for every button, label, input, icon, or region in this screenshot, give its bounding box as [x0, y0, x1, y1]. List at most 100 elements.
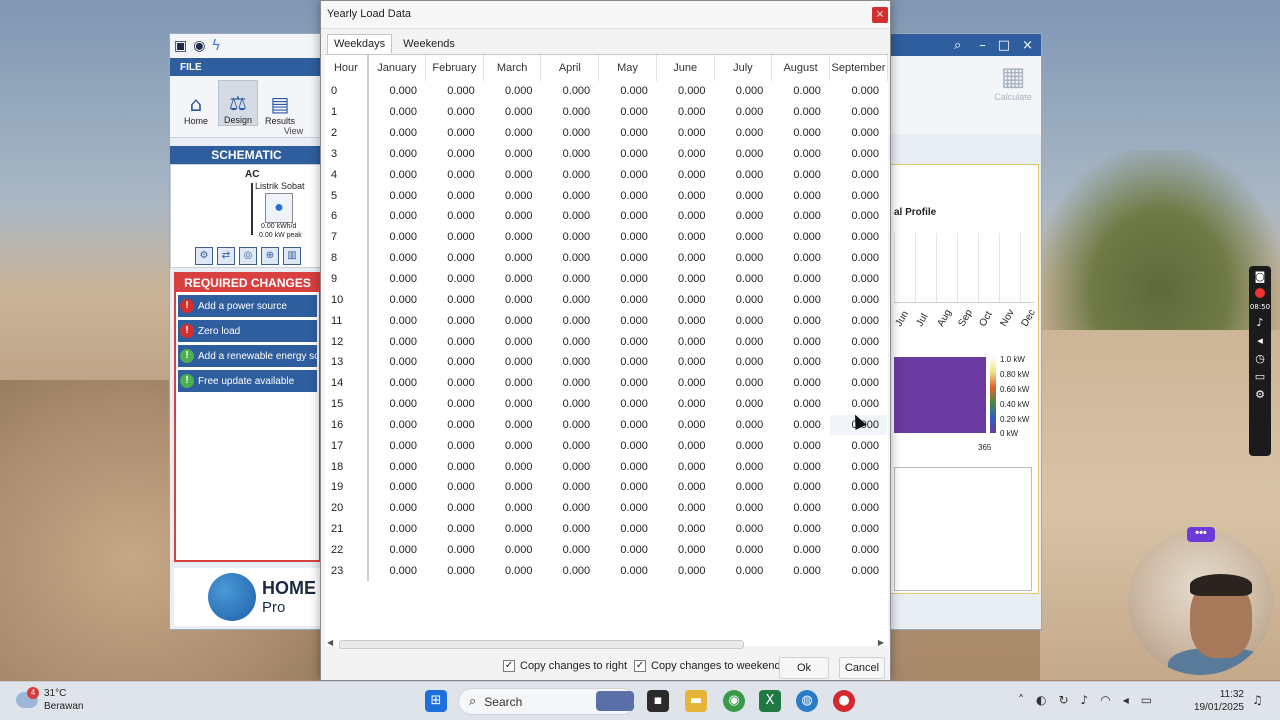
load-cell[interactable]: 0.000: [714, 497, 773, 519]
load-cell[interactable]: 0.000: [829, 143, 888, 165]
load-cell[interactable]: 0.000: [714, 185, 773, 207]
load-cell[interactable]: 0.000: [598, 560, 657, 582]
load-cell[interactable]: 0.000: [425, 456, 484, 478]
load-cell[interactable]: 0.000: [483, 560, 542, 582]
load-cell[interactable]: 0.000: [656, 143, 715, 165]
load-cell[interactable]: 0.000: [483, 539, 542, 561]
load-cell[interactable]: 0.000: [771, 456, 830, 478]
file-menu[interactable]: FILE: [170, 58, 323, 76]
load-cell[interactable]: 0.000: [367, 456, 426, 478]
load-cell[interactable]: 0.000: [714, 143, 773, 165]
load-cell[interactable]: 0.000: [656, 247, 715, 269]
load-cell[interactable]: 0.000: [714, 226, 773, 248]
load-cell[interactable]: 0.000: [714, 247, 773, 269]
copy-weekend-checkbox[interactable]: ✓ Copy changes to weekend: [634, 660, 781, 672]
tool-storage-icon[interactable]: ▥: [283, 247, 301, 265]
load-cell[interactable]: 0.000: [771, 143, 830, 165]
load-cell[interactable]: 0.000: [483, 477, 542, 498]
load-cell[interactable]: 0.000: [598, 518, 657, 540]
load-cell[interactable]: 0.000: [425, 477, 484, 498]
screen-icon[interactable]: ▭: [1255, 370, 1265, 383]
load-cell[interactable]: 0.000: [656, 351, 715, 373]
scroll-left-icon[interactable]: ◀: [327, 638, 333, 647]
load-cell[interactable]: 0.000: [540, 435, 600, 457]
load-cell[interactable]: 0.000: [714, 477, 773, 498]
load-cell[interactable]: 0.000: [714, 414, 773, 436]
required-item-update[interactable]: ! Free update available: [178, 370, 317, 392]
load-cell[interactable]: 0.000: [425, 206, 484, 227]
broadcast-icon[interactable]: ◉: [193, 38, 205, 54]
load-cell[interactable]: 0.000: [425, 289, 484, 311]
load-cell[interactable]: 0.000: [771, 81, 830, 102]
load-cell[interactable]: 0.000: [367, 497, 426, 519]
load-cell[interactable]: 0.000: [483, 226, 542, 248]
load-cell[interactable]: 0.000: [367, 81, 426, 102]
speaker-icon[interactable]: ◂: [1257, 334, 1263, 347]
load-cell[interactable]: 0.000: [598, 289, 657, 311]
load-cell[interactable]: 0.000: [598, 164, 657, 186]
load-cell[interactable]: 0.000: [540, 497, 600, 519]
load-cell[interactable]: 0.000: [656, 414, 715, 436]
load-cell[interactable]: 0.000: [425, 310, 484, 332]
load-cell[interactable]: 0.000: [714, 122, 773, 144]
load-cell[interactable]: 0.000: [367, 310, 426, 332]
load-cell[interactable]: 0.000: [656, 268, 715, 290]
load-cell[interactable]: 0.000: [483, 393, 542, 415]
load-cell[interactable]: 0.000: [771, 414, 830, 436]
load-cell[interactable]: 0.000: [425, 518, 484, 540]
load-cell[interactable]: 0.000: [425, 539, 484, 561]
terminal-icon[interactable]: ▪: [647, 690, 669, 712]
load-cell[interactable]: 0.000: [714, 81, 773, 102]
load-cell[interactable]: 0.000: [540, 477, 600, 498]
design-button[interactable]: ⚖ Design: [218, 80, 258, 126]
load-cell[interactable]: 0.000: [771, 393, 830, 415]
load-cell[interactable]: 0.000: [598, 81, 657, 102]
mic-tray-icon[interactable]: ♪: [1081, 693, 1089, 707]
load-cell[interactable]: 0.000: [829, 206, 888, 227]
load-cell[interactable]: 0.000: [771, 539, 830, 561]
search-icon[interactable]: ⌕: [954, 38, 961, 53]
load-cell[interactable]: 0.000: [425, 393, 484, 415]
load-cell[interactable]: 0.000: [771, 351, 830, 373]
more-options-badge[interactable]: •••: [1187, 527, 1215, 542]
load-cell[interactable]: 0.000: [771, 122, 830, 144]
load-cell[interactable]: 0.000: [598, 497, 657, 519]
load-cell[interactable]: 0.000: [483, 164, 542, 186]
load-cell[interactable]: 0.000: [598, 393, 657, 415]
load-cell[interactable]: 0.000: [714, 164, 773, 186]
recorder-app-icon[interactable]: ●: [833, 690, 855, 712]
load-cell[interactable]: 0.000: [598, 435, 657, 457]
load-cell[interactable]: 0.000: [598, 206, 657, 227]
load-cell[interactable]: 0.000: [771, 247, 830, 269]
load-cell[interactable]: 0.000: [483, 101, 542, 123]
load-cell[interactable]: 0.000: [367, 477, 426, 498]
load-cell[interactable]: 0.000: [771, 206, 830, 227]
load-cell[interactable]: 0.000: [598, 539, 657, 561]
load-cell[interactable]: 0.000: [367, 351, 426, 373]
load-cell[interactable]: 0.000: [829, 351, 888, 373]
load-cell[interactable]: 0.000: [425, 226, 484, 248]
load-cell[interactable]: 0.000: [829, 268, 888, 290]
load-cell[interactable]: 0.000: [714, 206, 773, 227]
load-cell[interactable]: 0.000: [656, 477, 715, 498]
load-cell[interactable]: 0.000: [598, 456, 657, 478]
load-cell[interactable]: 0.000: [829, 122, 888, 144]
load-cell[interactable]: 0.000: [425, 268, 484, 290]
load-cell[interactable]: 0.000: [829, 477, 888, 498]
load-cell[interactable]: 0.000: [367, 372, 426, 394]
load-cell[interactable]: 0.000: [540, 81, 600, 102]
load-cell[interactable]: 0.000: [771, 289, 830, 311]
camera-icon[interactable]: ◙: [1255, 270, 1266, 283]
mic-icon[interactable]: ♪: [1256, 316, 1263, 329]
required-item-power-source[interactable]: ! Add a power source: [178, 295, 317, 317]
load-cell[interactable]: 0.000: [367, 435, 426, 457]
load-cell[interactable]: 0.000: [367, 393, 426, 415]
load-cell[interactable]: 0.000: [829, 331, 888, 352]
copy-right-checkbox[interactable]: ✓ Copy changes to right: [503, 660, 627, 672]
home-button[interactable]: ⌂ Home: [176, 80, 216, 126]
load-cell[interactable]: 0.000: [425, 101, 484, 123]
load-cell[interactable]: 0.000: [483, 518, 542, 540]
load-cell[interactable]: 0.000: [714, 101, 773, 123]
load-cell[interactable]: 0.000: [598, 372, 657, 394]
load-cell[interactable]: 0.000: [656, 289, 715, 311]
